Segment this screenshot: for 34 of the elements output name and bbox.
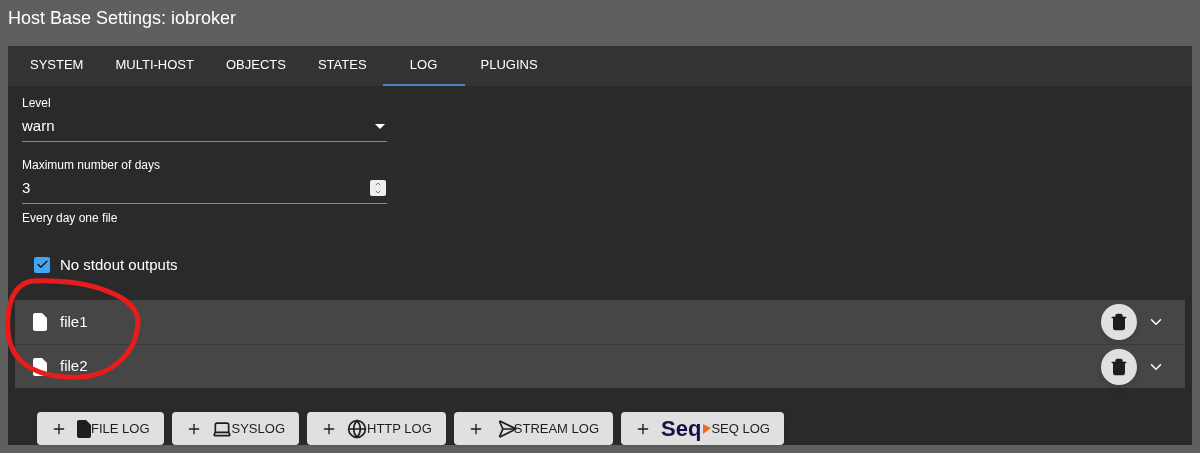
field-label: Maximum number of days [22, 156, 162, 174]
checkbox-label: No stdout outputs [60, 254, 178, 275]
seq-logo: Seq [661, 417, 702, 440]
field-label: Level [22, 94, 52, 112]
add-log-button[interactable]: HTTP LOG [307, 412, 446, 445]
file-name: file2 [60, 356, 88, 377]
trash-icon [1110, 313, 1128, 331]
spinner-icon[interactable] [370, 180, 386, 196]
file-row[interactable]: file1 [15, 300, 1185, 344]
add-log-button[interactable]: Seq SEQ LOG [621, 412, 784, 445]
file-icon [33, 313, 47, 331]
dropdown-arrow-icon [375, 123, 385, 129]
tab[interactable]: STATES [301, 46, 383, 86]
tab[interactable]: PLUGINS [464, 46, 554, 86]
file-row[interactable]: file2 [15, 344, 1185, 388]
page-title: Host Base Settings: iobroker [8, 6, 237, 30]
tab[interactable]: LOG [382, 46, 465, 86]
globe-icon [347, 418, 367, 439]
add-log-button[interactable]: SYSLOG [171, 412, 299, 445]
tab[interactable]: MULTI-HOST [99, 46, 210, 86]
tab[interactable]: SYSTEM [14, 46, 100, 86]
tab[interactable]: OBJECTS [209, 46, 302, 86]
level-select[interactable]: warn [22, 111, 387, 142]
trash-icon [1110, 357, 1128, 376]
delete-button[interactable] [1101, 304, 1137, 340]
helper-text: Every day one file [22, 209, 119, 227]
add-log-button[interactable]: FILE LOG [37, 412, 164, 445]
days-field[interactable]: 3 [22, 173, 387, 204]
delete-button[interactable] [1101, 348, 1137, 385]
add-log-button[interactable]: STREAM LOG [453, 412, 614, 445]
file-icon [77, 419, 91, 438]
file-name: file1 [60, 311, 88, 332]
play-icon [703, 423, 712, 434]
checkbox[interactable] [34, 256, 50, 273]
